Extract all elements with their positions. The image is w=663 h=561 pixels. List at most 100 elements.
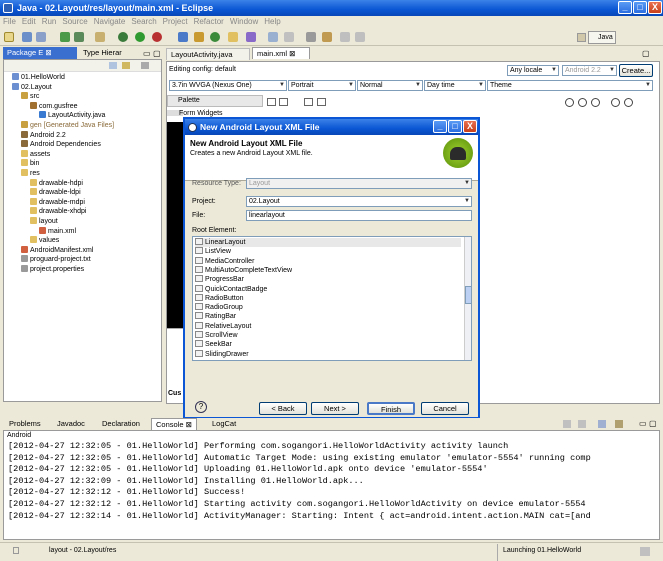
root-element-item[interactable]: RadioGroup: [195, 303, 461, 312]
tab-problems[interactable]: Problems: [5, 418, 45, 430]
root-element-item[interactable]: RatingBar: [195, 312, 461, 321]
search-icon[interactable]: [246, 32, 256, 42]
external-tools-icon[interactable]: [152, 32, 162, 42]
tree-item[interactable]: 02.Layout: [12, 82, 52, 93]
tree-item[interactable]: gen [Generated Java Files]: [21, 121, 114, 131]
zoom-in-icon[interactable]: [611, 98, 620, 107]
project-select[interactable]: 02.Layout: [246, 196, 472, 207]
new-icon[interactable]: [4, 32, 14, 42]
tab-package-explorer[interactable]: Package E ⊠: [3, 47, 77, 59]
menu-file[interactable]: File: [0, 16, 19, 28]
tree-item[interactable]: Android Dependencies: [21, 140, 101, 150]
save-icon[interactable]: [22, 32, 32, 42]
api-select[interactable]: Android 2.2: [562, 65, 617, 76]
tab-logcat[interactable]: LogCat: [208, 418, 240, 430]
progress-icon[interactable]: [640, 547, 650, 556]
back-arrow-icon[interactable]: [340, 32, 350, 42]
prev-annotation-icon[interactable]: [306, 32, 316, 42]
zoom-out-icon[interactable]: [565, 98, 574, 107]
fill-height-icon[interactable]: [317, 98, 326, 106]
tree-item[interactable]: AndroidManifest.xml: [21, 245, 93, 256]
root-element-item[interactable]: ListView: [195, 247, 461, 256]
forward-arrow-icon[interactable]: [355, 32, 365, 42]
mode-select[interactable]: Normal: [357, 80, 423, 91]
menu-edit[interactable]: Edit: [19, 16, 39, 28]
tree-item[interactable]: LayoutActivity.java: [39, 111, 105, 121]
tree-item[interactable]: drawable-mdpi: [30, 197, 85, 208]
minimize-console-icon[interactable]: ▭: [639, 419, 647, 428]
menu-refactor[interactable]: Refactor: [191, 16, 227, 28]
scrollbar-thumb[interactable]: [465, 286, 471, 304]
last-edit-icon[interactable]: [322, 32, 332, 42]
root-element-list[interactable]: LinearLayout ListView MediaController Multi…: [192, 236, 472, 361]
tab-type-hierarchy[interactable]: Type Hierar: [79, 47, 135, 59]
lint-icon[interactable]: [95, 32, 105, 42]
cancel-button[interactable]: Cancel: [421, 402, 469, 415]
root-element-item[interactable]: MultiAutoCompleteTextView: [195, 265, 461, 275]
maximize-editor-icon[interactable]: ▢: [642, 49, 650, 58]
root-element-item[interactable]: MediaController: [195, 256, 461, 266]
toggle-mark-icon[interactable]: [268, 32, 278, 42]
tree-item[interactable]: assets: [21, 149, 50, 160]
open-console-icon[interactable]: [615, 420, 623, 428]
tab-declaration[interactable]: Declaration: [98, 418, 144, 430]
device-select[interactable]: 3.7in WVGA (Nexus One): [169, 80, 287, 91]
maximize-view-icon[interactable]: ▢: [153, 49, 161, 58]
next-annotation-icon[interactable]: [284, 32, 294, 42]
daytime-select[interactable]: Day time: [424, 80, 486, 91]
tab-main-xml[interactable]: main.xml ⊠: [252, 47, 310, 59]
tab-console[interactable]: Console ⊠: [151, 418, 197, 430]
menu-project[interactable]: Project: [160, 16, 191, 28]
tree-item[interactable]: src: [21, 92, 39, 102]
java-perspective-button[interactable]: Java: [588, 31, 616, 44]
print-icon[interactable]: [36, 32, 46, 42]
menu-help[interactable]: Help: [261, 16, 283, 28]
window-titlebar[interactable]: Java - 02.Layout/res/layout/main.xml - E…: [0, 0, 663, 16]
tree-item[interactable]: drawable-hdpi: [30, 178, 83, 189]
root-element-item[interactable]: ScrollView: [195, 331, 461, 340]
tree-item[interactable]: Android 2.2: [21, 130, 66, 141]
dialog-minimize-button[interactable]: _: [433, 120, 447, 133]
zoom-100-icon[interactable]: [624, 98, 633, 107]
menu-window[interactable]: Window: [227, 16, 261, 28]
tree-item[interactable]: layout: [30, 217, 58, 227]
dialog-maximize-button[interactable]: □: [448, 120, 462, 133]
tree-item[interactable]: drawable-xhdpi: [30, 207, 86, 217]
run-icon[interactable]: [135, 32, 145, 42]
collapse-all-icon[interactable]: [109, 62, 117, 69]
tab-javadoc[interactable]: Javadoc: [53, 418, 89, 430]
close-button[interactable]: X: [648, 1, 662, 14]
avd-manager-icon[interactable]: [74, 32, 84, 42]
dialog-close-button[interactable]: X: [463, 120, 477, 133]
minimize-button[interactable]: _: [618, 1, 632, 14]
clear-console-icon[interactable]: [578, 420, 586, 428]
maximize-console-icon[interactable]: ▢: [649, 419, 657, 428]
file-input[interactable]: linearlayout: [246, 210, 472, 221]
root-element-item[interactable]: RelativeLayout: [195, 321, 461, 331]
palette-header[interactable]: Palette: [167, 95, 263, 107]
theme-select[interactable]: Theme: [487, 80, 653, 91]
fast-view-icon[interactable]: [13, 547, 19, 554]
tree-item[interactable]: 01.HelloWorld: [12, 73, 65, 83]
next-button[interactable]: Next >: [311, 402, 359, 415]
layout-toggle-icon[interactable]: [267, 98, 276, 106]
tree-item[interactable]: values: [30, 236, 59, 246]
resource-type-select[interactable]: Layout: [246, 178, 472, 189]
new-java-project-icon[interactable]: [178, 32, 188, 42]
root-element-item[interactable]: LinearLayout: [195, 238, 461, 247]
console-action-icon[interactable]: [563, 420, 571, 428]
debug-icon[interactable]: [118, 32, 128, 42]
create-config-button[interactable]: Create...: [619, 64, 653, 77]
link-editor-icon[interactable]: [122, 62, 130, 69]
tab-layoutactivity[interactable]: LayoutActivity.java: [166, 48, 250, 60]
maximize-button[interactable]: □: [633, 1, 647, 14]
root-element-item[interactable]: SeekBar: [195, 340, 461, 349]
root-element-item[interactable]: QuickContactBadge: [195, 284, 461, 294]
view-menu-icon[interactable]: [141, 62, 149, 69]
minimize-view-icon[interactable]: ▭: [143, 49, 151, 58]
root-element-item[interactable]: SlidingDrawer: [195, 349, 461, 359]
tree-item[interactable]: bin: [21, 159, 39, 169]
zoom-fit-icon[interactable]: [591, 98, 600, 107]
pin-console-icon[interactable]: [598, 420, 606, 428]
menu-run[interactable]: Run: [39, 16, 60, 28]
